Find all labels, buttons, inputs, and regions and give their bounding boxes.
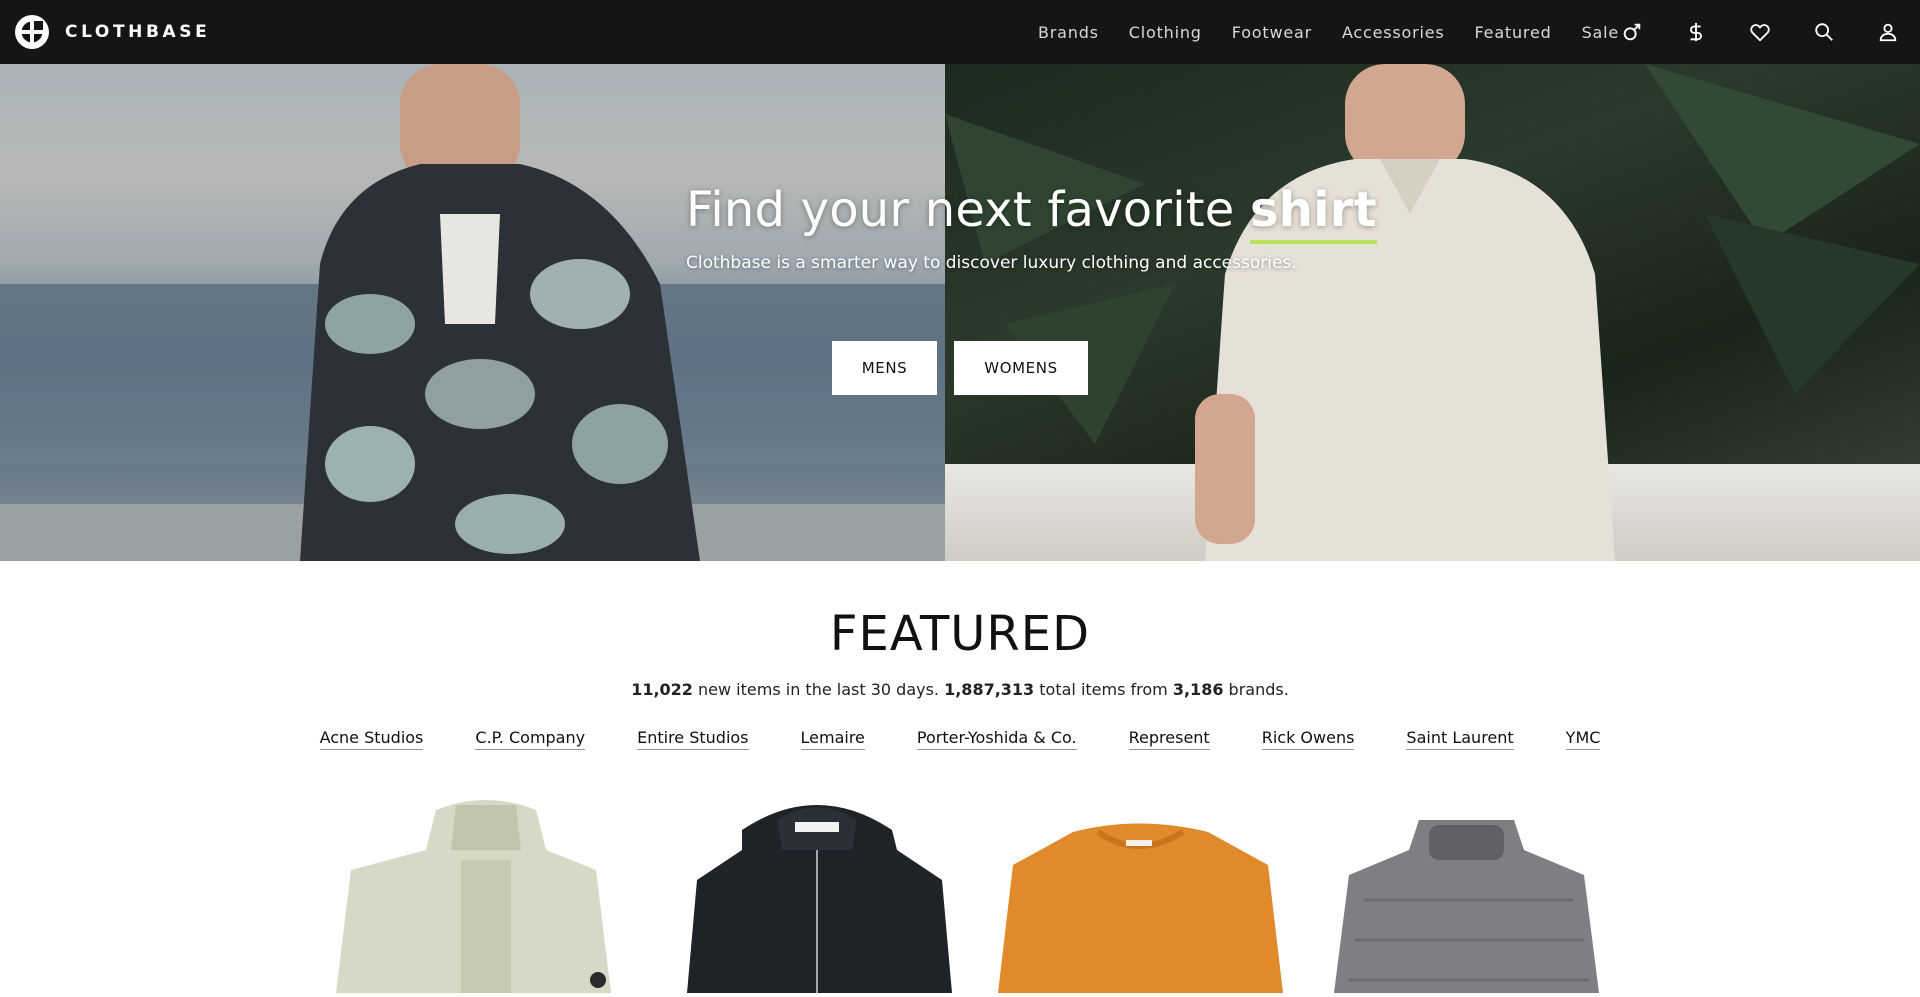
featured-heading: FEATURED xyxy=(829,606,1091,662)
black-zip-hoodie-image xyxy=(687,805,952,993)
brand-link-rick-owens[interactable]: Rick Owens xyxy=(1261,728,1355,750)
featured-stats: 11,022 new items in the last 30 days. 1,… xyxy=(0,680,1920,699)
brand-link-acne-studios[interactable]: Acne Studios xyxy=(319,728,424,750)
product-card[interactable] xyxy=(1304,790,1630,993)
hero-title: Find your next favorite shirt xyxy=(686,182,1377,238)
hero-content: Find your next favorite shirt Clothbase … xyxy=(0,64,1920,561)
heart-icon[interactable] xyxy=(1748,20,1772,44)
brand-count: 3,186 xyxy=(1172,680,1224,699)
new-items-count: 11,022 xyxy=(631,680,693,699)
main-nav: Brands Clothing Footwear Accessories Fea… xyxy=(1038,0,1649,64)
hero-banner: Find your next favorite shirt Clothbase … xyxy=(0,64,1920,561)
womens-button[interactable]: WOMENS xyxy=(954,341,1088,395)
currency-icon[interactable] xyxy=(1684,20,1708,44)
nav-sale[interactable]: Sale xyxy=(1582,23,1619,42)
orange-sweatshirt-image xyxy=(998,823,1283,993)
total-items-text: total items from xyxy=(1034,680,1173,699)
brand-link-lemaire[interactable]: Lemaire xyxy=(800,728,865,750)
user-icon[interactable] xyxy=(1876,20,1900,44)
brand-link-saint-laurent[interactable]: Saint Laurent xyxy=(1406,728,1514,750)
brand-name: CLOTHBASE xyxy=(65,22,211,42)
product-card[interactable] xyxy=(978,790,1304,993)
hero-title-highlight: shirt xyxy=(1249,182,1377,238)
product-card[interactable] xyxy=(652,790,978,993)
brand-link-ymc[interactable]: YMC xyxy=(1565,728,1601,750)
logo-link[interactable]: CLOTHBASE xyxy=(14,14,210,50)
brand-count-text: brands. xyxy=(1223,680,1289,699)
nav-featured[interactable]: Featured xyxy=(1475,23,1552,42)
search-icon[interactable] xyxy=(1812,20,1836,44)
nav-footwear[interactable]: Footwear xyxy=(1232,23,1312,42)
total-items-count: 1,887,313 xyxy=(944,680,1035,699)
hero-subtitle: Clothbase is a smarter way to discover l… xyxy=(686,253,1297,273)
nav-accessories[interactable]: Accessories xyxy=(1342,23,1445,42)
nav-brands[interactable]: Brands xyxy=(1038,23,1099,42)
featured-products xyxy=(326,790,1599,993)
brand-link-porter-yoshida[interactable]: Porter-Yoshida & Co. xyxy=(916,728,1077,750)
hero-title-prefix: Find your next favorite xyxy=(686,182,1250,238)
top-navigation-bar: CLOTHBASE Brands Clothing Footwear Acces… xyxy=(0,0,1920,64)
brand-link-entire-studios[interactable]: Entire Studios xyxy=(637,728,749,750)
featured-brand-links: Acne Studios C.P. Company Entire Studios… xyxy=(0,728,1920,750)
new-items-text: new items in the last 30 days. xyxy=(692,680,945,699)
cream-puffer-jacket-image xyxy=(336,800,611,993)
header-icon-group xyxy=(1620,0,1900,64)
nav-clothing[interactable]: Clothing xyxy=(1129,23,1202,42)
brand-link-represent[interactable]: Represent xyxy=(1128,728,1210,750)
gender-icon[interactable] xyxy=(1620,20,1644,44)
mens-button[interactable]: MENS xyxy=(832,341,937,395)
brand-link-cp-company[interactable]: C.P. Company xyxy=(475,728,586,750)
grey-puffer-jacket-image xyxy=(1334,820,1599,993)
clothbase-logo-icon xyxy=(15,15,49,49)
product-card[interactable] xyxy=(326,790,652,993)
